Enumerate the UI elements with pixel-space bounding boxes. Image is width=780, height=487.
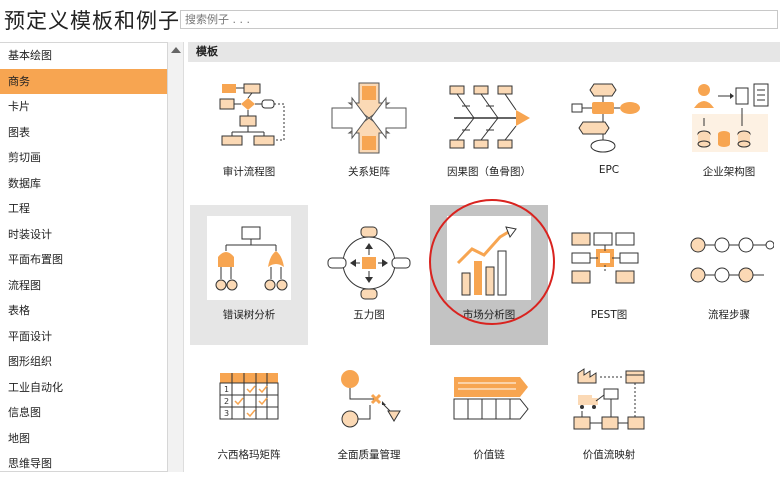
value-chain-icon [453,377,529,420]
template-label: 审计流程图 [222,166,276,178]
category-sidebar: 基本绘图 商务 卡片 图表 剪切画 数据库 工程 时装设计 平面布置图 流程图 … [0,42,168,472]
template-label: 价值链 [473,449,505,461]
template-audit-flowchart[interactable]: 审计流程图 [190,64,308,204]
sidebar-item-fashion-design[interactable]: 时装设计 [0,222,167,248]
template-label: 流程步骤 [708,309,750,321]
five-forces-icon [327,226,411,300]
sidebar-item-cards[interactable]: 卡片 [0,94,167,120]
fault-tree-icon [215,226,288,291]
sidebar-item-database[interactable]: 数据库 [0,171,167,197]
sidebar-item-tables[interactable]: 表格 [0,298,167,324]
template-process-steps[interactable]: 流程步骤 [670,205,780,345]
sidebar-item-industrial-automation[interactable]: 工业自动化 [0,375,167,401]
template-value-stream[interactable]: 价值流映射 [550,347,668,487]
process-steps-icon [690,237,774,283]
tqm-icon [341,370,401,428]
sidebar-item-basic-drawing[interactable]: 基本绘图 [0,43,167,69]
value-stream-icon [573,368,645,430]
page-title: 预定义模板和例子 [4,9,180,33]
template-fishbone[interactable]: 因果图（鱼骨图） [430,64,548,204]
template-pest[interactable]: PEST图 [550,205,668,345]
template-label: 五力图 [353,309,385,321]
fishbone-icon [449,85,530,149]
relationship-matrix-icon [331,82,407,154]
scroll-up-icon[interactable] [171,47,181,53]
sidebar-item-flowchart[interactable]: 流程图 [0,273,167,299]
template-six-sigma-matrix[interactable]: 1 2 3 六西格玛矩阵 [190,347,308,487]
six-sigma-matrix-icon: 1 2 3 [219,373,279,420]
template-label: 企业架构图 [702,166,756,178]
template-label: 价值流映射 [582,449,636,461]
template-label: 全面质量管理 [337,449,401,461]
sidebar-item-business[interactable]: 商务 [0,68,167,94]
sidebar-item-maps[interactable]: 地图 [0,426,167,452]
sidebar-item-graphic-design[interactable]: 平面设计 [0,324,167,350]
sidebar-item-engineering[interactable]: 工程 [0,196,167,222]
audit-flowchart-icon [219,83,285,146]
template-label: 关系矩阵 [348,166,390,178]
enterprise-architecture-icon [692,83,769,152]
sidebar-item-floor-plan[interactable]: 平面布置图 [0,247,167,273]
template-epc[interactable]: EPC [550,64,668,204]
template-label: 因果图（鱼骨图） [447,166,531,178]
template-tqm[interactable]: 全面质量管理 [310,347,428,487]
sidebar-item-clipart[interactable]: 剪切画 [0,145,167,171]
search-input[interactable]: 搜索例子 . . . [180,10,778,29]
template-label: 六西格玛矩阵 [217,449,281,461]
sidebar-item-mind-map[interactable]: 思维导图 [0,451,167,471]
template-label: EPC [598,164,620,176]
pest-icon [571,232,639,284]
epc-icon [571,83,640,153]
sidebar-item-graphic-organizer[interactable]: 图形组织 [0,349,167,375]
sidebar-item-charts[interactable]: 图表 [0,120,167,146]
template-value-chain[interactable]: 价值链 [430,347,548,487]
svg-text:3: 3 [224,409,229,418]
template-section-header: 模板 [188,42,780,62]
highlight-circle-annotation [429,199,555,325]
svg-text:1: 1 [224,385,229,394]
template-enterprise-architecture[interactable]: 企业架构图 [670,64,780,204]
template-fault-tree[interactable]: 错误树分析 [190,205,308,345]
template-label: PEST图 [590,309,628,321]
sidebar-item-infographic[interactable]: 信息图 [0,400,167,426]
template-relationship-matrix[interactable]: 关系矩阵 [310,64,428,204]
svg-text:2: 2 [224,397,229,406]
template-five-forces[interactable]: 五力图 [310,205,428,345]
template-label: 错误树分析 [222,309,276,321]
sidebar-scrollbar[interactable] [168,42,184,472]
